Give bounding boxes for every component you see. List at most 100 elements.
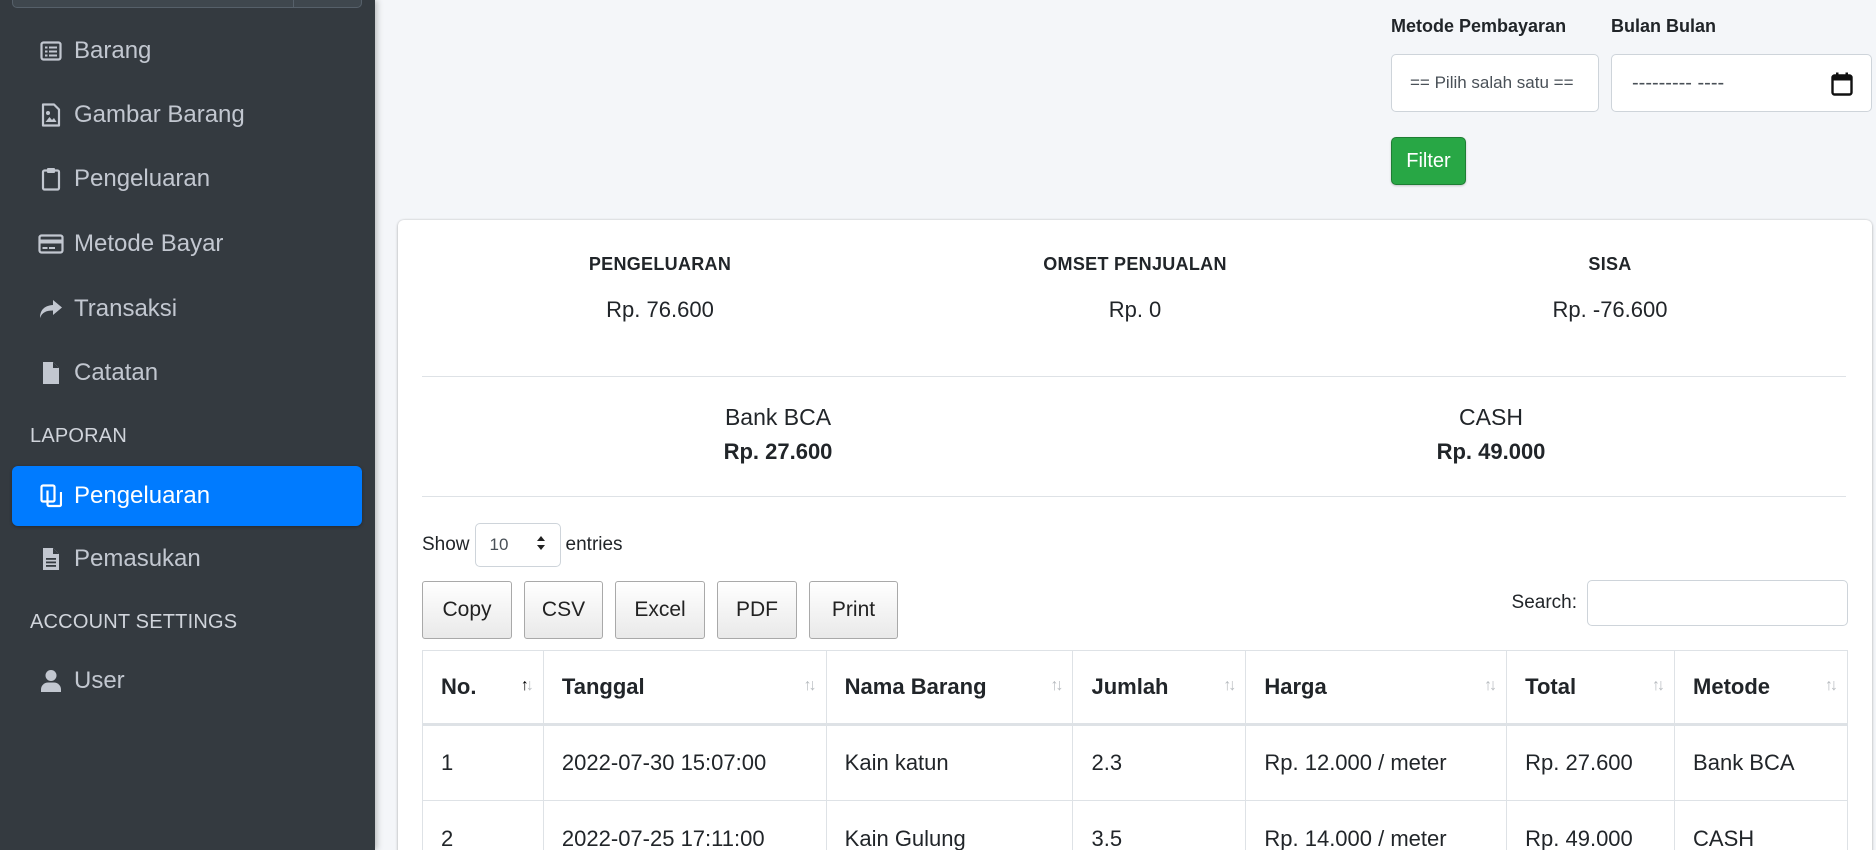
search-label: Search: [1511,592,1577,613]
sidebar-item-pengeluaran[interactable]: Pengeluaran [12,149,362,209]
stat-title: SISA [1588,254,1632,274]
column-header-no[interactable]: No. ↑↓ [422,650,544,726]
cell-metode: Bank BCA [1674,724,1848,801]
excel-button[interactable]: Excel [615,581,705,639]
column-header-jumlah[interactable]: Jumlah ↑↓ [1072,650,1247,726]
cell-tanggal: 2022-07-25 17:11:00 [542,800,827,850]
column-header-metode[interactable]: Metode ↑↓ [1674,650,1848,726]
csv-button[interactable]: CSV [524,581,603,639]
entries-value: 10 [489,535,509,554]
method-amount: Rp. 49.000 [1436,439,1546,464]
sort-icon: ↑↓ [803,677,817,694]
search-input[interactable] [1587,580,1848,626]
sidebar-item-label: Pengeluaran [74,165,211,192]
method-cash: CASH Rp. 49.000 [1341,404,1641,465]
sidebar-item-label: Gambar Barang [74,101,245,128]
cell-jumlah: 3.5 [1072,800,1247,850]
list-alt-icon [38,38,64,64]
method-name: CASH [1459,404,1523,430]
column-label: Jumlah [1091,674,1169,699]
sidebar-item-label: Pemasukan [74,545,201,572]
sidebar-item-label: Transaksi [74,295,178,322]
cell-harga: Rp. 12.000 / meter [1245,724,1508,801]
sidebar: Barang Gambar Barang Pengeluaran Metode … [0,0,375,850]
sidebar-item-catatan[interactable]: Catatan [12,343,362,403]
sidebar-item-label: Catatan [74,359,159,386]
cell-total: Rp. 49.000 [1506,800,1676,850]
credit-card-icon [38,231,64,257]
stat-omset-penjualan: OMSET PENJUALAN Rp. 0 [985,254,1285,323]
clipboard-icon [38,166,64,192]
metode-pembayaran-select[interactable]: == Pilih salah satu == [1391,54,1599,112]
datatable-search: Search: [1512,580,1848,626]
entries-label: entries [565,534,623,555]
calendar-icon[interactable] [1831,72,1853,102]
cell-no: 1 [422,724,544,801]
stat-title: OMSET PENJUALAN [1043,254,1227,274]
stat-value: Rp. -76.600 [1552,297,1668,322]
pdf-button[interactable]: PDF [717,581,797,639]
column-label: Harga [1264,674,1327,699]
copy-icon [38,483,64,509]
stat-value: Rp. 76.600 [606,297,714,322]
file-icon [38,360,64,386]
sidebar-item-pemasukan[interactable]: Pemasukan [12,529,362,589]
sidebar-item-barang[interactable]: Barang [12,21,362,81]
file-image-icon [38,102,64,128]
sidebar-item-label: Pengeluaran [74,482,211,509]
file-alt-icon [38,546,64,572]
sidebar-item-metode-bayar[interactable]: Metode Bayar [12,214,362,274]
divider [422,376,1846,377]
sort-icon: ↑↓ [1825,677,1838,694]
column-header-nama-barang[interactable]: Nama Barang ↑↓ [825,650,1074,726]
cell-metode: CASH [1674,800,1848,850]
cell-no: 2 [422,800,544,850]
table-header-row: No. ↑↓ Tanggal ↑↓ Nama Barang ↑↓ Jumlah ↑↓ H… [422,650,1848,726]
stat-pengeluaran: PENGELUARAN Rp. 76.600 [510,254,810,323]
sort-icon: ↑↓ [1223,677,1236,694]
column-header-tanggal[interactable]: Tanggal ↑↓ [542,650,827,726]
entries-select[interactable]: 10 [474,523,561,567]
sidebar-item-user[interactable]: User [12,651,362,711]
metode-pembayaran-label: Metode Pembayaran [1391,16,1567,36]
method-name: Bank BCA [724,404,832,430]
sidebar-search-box[interactable] [12,0,362,8]
nav-header-laporan: LAPORAN [30,425,127,447]
column-label: Nama Barang [844,674,987,699]
sidebar-item-label: Metode Bayar [74,230,224,257]
sidebar-item-label: User [74,667,125,694]
export-buttons: Copy CSV Excel PDF Print [422,581,898,639]
method-amount: Rp. 27.600 [723,439,833,464]
copy-button[interactable]: Copy [422,581,512,639]
sidebar-item-gambar-barang[interactable]: Gambar Barang [12,85,362,145]
pengeluaran-table: No. ↑↓ Tanggal ↑↓ Nama Barang ↑↓ Jumlah ↑↓ H… [422,650,1848,850]
show-label: Show [422,534,470,555]
metode-pembayaran-value: == Pilih salah satu == [1410,73,1574,92]
sidebar-item-transaksi[interactable]: Transaksi [12,279,362,339]
cell-nama-barang: Kain Gulung [825,800,1074,850]
share-icon [38,296,64,322]
sidebar-item-label: Barang [74,37,152,64]
sort-asc-icon: ↑↓ [520,677,534,694]
cell-tanggal: 2022-07-30 15:07:00 [542,724,827,801]
stat-value: Rp. 0 [1108,297,1162,322]
sort-icon: ↑↓ [1484,677,1497,694]
divider [422,496,1846,497]
cell-jumlah: 2.3 [1072,724,1247,801]
print-button[interactable]: Print [809,581,898,639]
stat-title: PENGELUARAN [588,254,732,274]
sort-icon: ↑↓ [1652,677,1665,694]
method-bank-bca: Bank BCA Rp. 27.600 [628,404,928,465]
user-icon [38,668,64,694]
nav-header-account-settings: ACCOUNT SETTINGS [30,611,238,633]
column-header-total[interactable]: Total ↑↓ [1506,650,1676,726]
filter-button[interactable]: Filter [1391,137,1466,185]
datatable-length: Show 10 entries [422,523,623,567]
column-label: No. [441,674,477,699]
column-header-harga[interactable]: Harga ↑↓ [1245,650,1508,726]
cell-nama-barang: Kain katun [825,724,1074,801]
sidebar-item-laporan-pengeluaran[interactable]: Pengeluaran [12,466,362,526]
column-label: Tanggal [561,674,645,699]
table-row: 1 2022-07-30 15:07:00 Kain katun 2.3 Rp.… [422,724,1848,801]
bulan-date-input[interactable]: --------- ---- [1611,54,1872,112]
